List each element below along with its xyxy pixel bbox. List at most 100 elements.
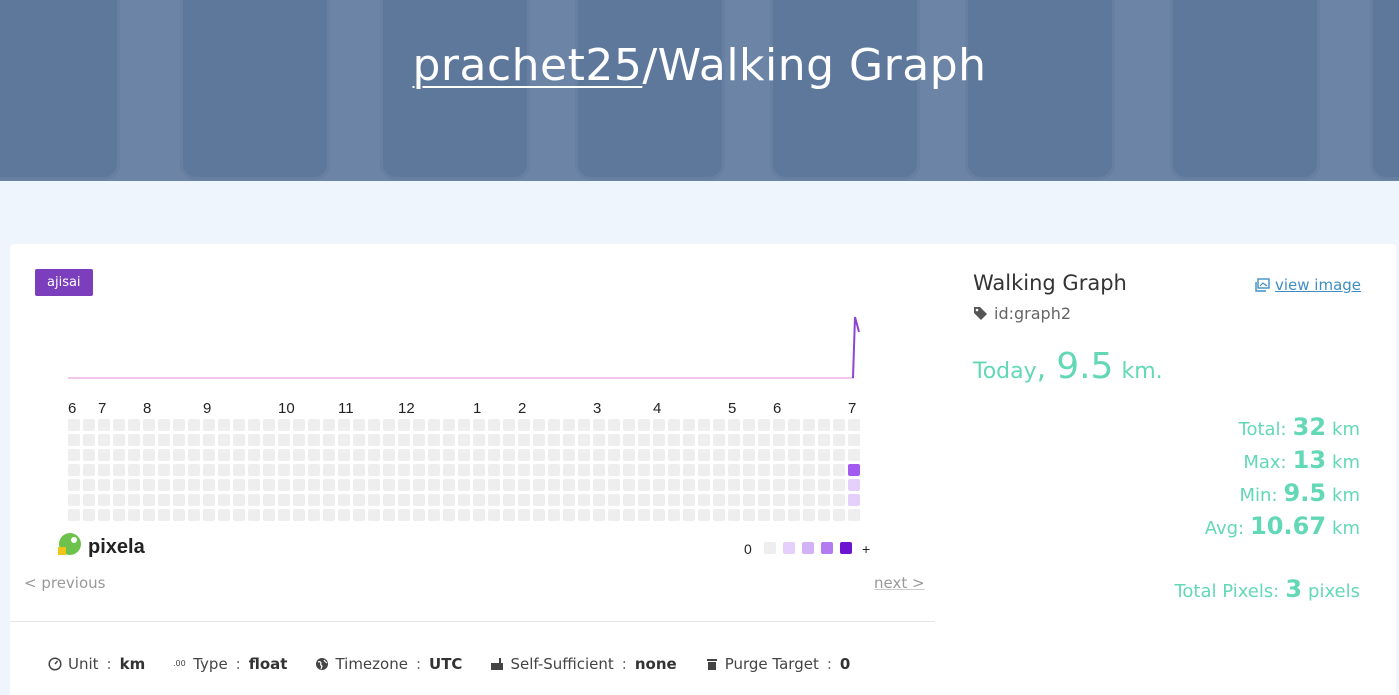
type-value: float [248,655,288,673]
pixel-cell [713,494,725,506]
pixel-cell [653,509,665,521]
pixel-cell [653,434,665,446]
pixel-cell [83,419,95,431]
pixel-cell [773,434,785,446]
pixel-cell [758,419,770,431]
pixel-cell [698,509,710,521]
pixel-cell [608,449,620,461]
pixel-cell [83,509,95,521]
pixel-cell [68,434,80,446]
pixels-unit: pixels [1308,581,1360,602]
pixel-cell [323,464,335,476]
max-value: 13 [1292,446,1327,474]
pixel-cell [488,509,500,521]
pixel-cell [503,464,515,476]
previous-link[interactable]: < previous [24,574,105,592]
pixel-cell [128,494,140,506]
pixel-cell [653,449,665,461]
unit-sep: : [106,655,112,673]
pixel-cell [518,434,530,446]
legend-max-label: + [862,541,870,557]
pixel-cell [683,449,695,461]
pixel-cell-filled [848,494,860,506]
pixel-cell [668,419,680,431]
pixel-cell [113,479,125,491]
pixel-cell [563,509,575,521]
pixel-cell [683,464,695,476]
pixel-cell [383,434,395,446]
pixel-cell [428,449,440,461]
pixel-cell [188,464,200,476]
avg-label: Avg: [1204,518,1245,539]
timezone-sep: : [415,655,422,673]
month-label: 12 [398,400,415,417]
pixel-cell [518,419,530,431]
pixel-cell [428,479,440,491]
pixel-cell [173,494,185,506]
pixel-cell [683,509,695,521]
pixel-cell [113,434,125,446]
pixel-cell [548,419,560,431]
pixel-cell [98,434,110,446]
pixel-cell [533,419,545,431]
pixel-cell [758,434,770,446]
pixel-cell [278,479,290,491]
next-link[interactable]: next > [874,574,925,592]
stat-max: Max: 13 km [1174,445,1360,478]
pixel-cell [653,479,665,491]
pixel-cell [248,419,260,431]
pixel-cell [728,479,740,491]
pixel-cell [518,509,530,521]
pixel-cell [308,509,320,521]
self-sufficient-value: none [634,655,677,673]
graph-meta: Unit : km .00 Type : float Timezone : UT… [48,655,850,673]
theme-badge[interactable]: ajisai [35,269,93,296]
pixel-cell [368,509,380,521]
pixel-cell [323,479,335,491]
view-image-label: view image [1275,276,1362,294]
pixel-cell [758,509,770,521]
pixel-cell [173,479,185,491]
pixel-cell [803,449,815,461]
pixel-cell [713,434,725,446]
pixel-cell [653,419,665,431]
pixel-cell [578,509,590,521]
divider [10,621,935,622]
pixel-cell [503,494,515,506]
pixel-cell [548,449,560,461]
pixel-cell [488,494,500,506]
pixel-cell [353,494,365,506]
graph-area: 6 7 8 9 10 11 12 1 2 3 4 5 6 7 0 + pixela [50,299,890,573]
stat-total-pixels: Total Pixels: 3 pixels [1174,574,1360,607]
pixel-cell [848,449,860,461]
purge-label: Purge Target [724,655,819,673]
view-image-link[interactable]: view image [1255,276,1361,294]
pixel-cell [473,464,485,476]
legend-swatch [764,542,776,554]
pixel-cell [368,464,380,476]
pixel-cell [683,494,695,506]
pixel-cell [323,434,335,446]
pixel-cell [578,434,590,446]
user-link[interactable]: prachet25 [412,40,642,91]
pixel-cell [158,449,170,461]
image-icon [1255,278,1270,292]
pixel-cell [203,464,215,476]
pixel-cell [368,449,380,461]
pixel-cell [443,464,455,476]
pixel-cell [368,479,380,491]
pixel-cell [578,464,590,476]
max-label: Max: [1243,452,1287,473]
pixel-cell [143,494,155,506]
max-unit: km [1332,452,1360,473]
avg-value: 10.67 [1250,512,1327,540]
pixel-cell [203,434,215,446]
pixel-cell [293,434,305,446]
pixels-label: Total Pixels: [1174,581,1280,602]
pixel-cell [788,449,800,461]
pixel-cell [593,494,605,506]
pixel-cell [443,479,455,491]
pixel-cell [728,434,740,446]
graph-title: Walking Graph [657,40,987,91]
month-label: 3 [593,400,601,417]
